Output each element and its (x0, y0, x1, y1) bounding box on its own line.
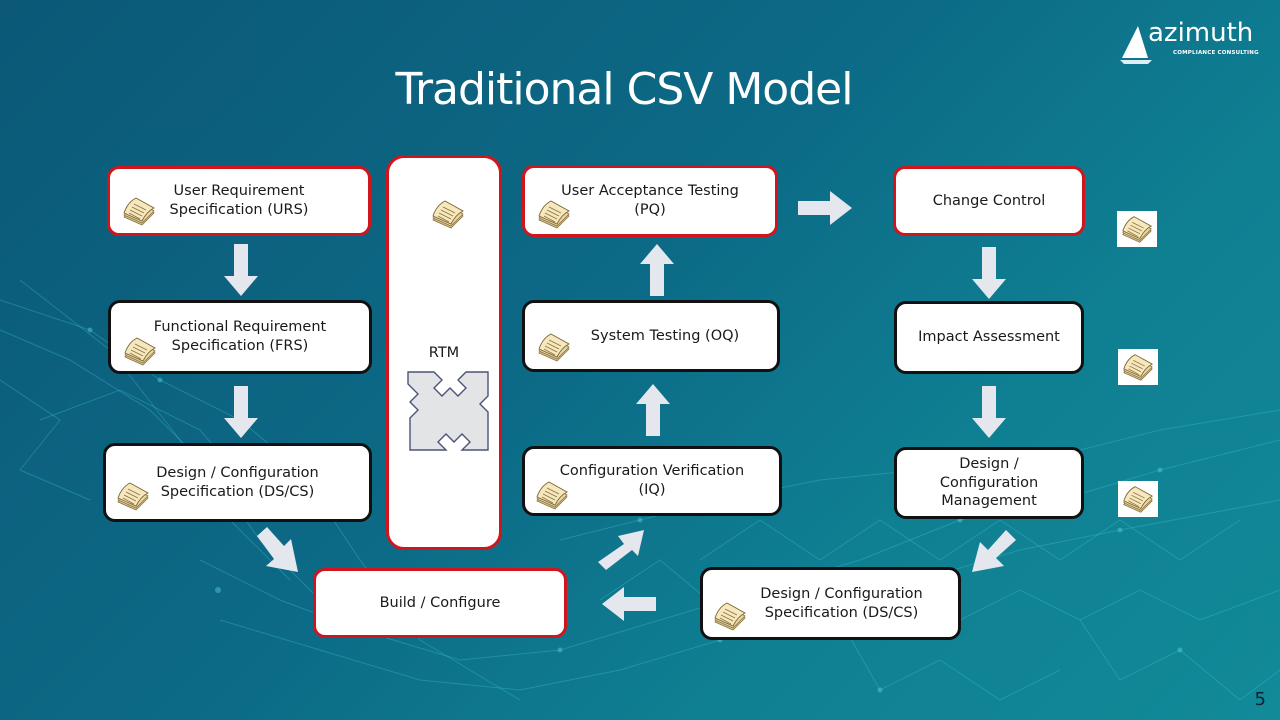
urs-label: User Requirement Specification (URS) (169, 183, 309, 218)
build-configure-box: Build / Configure (313, 568, 567, 638)
arrow-down-icon (972, 386, 1006, 438)
impact-assessment-label: Impact Assessment (918, 329, 1060, 345)
change-control-box: Change Control (893, 166, 1085, 236)
document-stack-icon (535, 331, 573, 363)
document-stack-icon (535, 198, 573, 230)
expand-arrows-icon (407, 371, 489, 451)
impact-doc-tile (1118, 349, 1158, 385)
document-stack-icon (429, 198, 467, 230)
arrow-diagonal-down-left-icon (972, 530, 1016, 572)
arrow-diagonal-down-right-icon (257, 527, 298, 572)
document-stack-icon (1119, 213, 1155, 245)
iq-label: Configuration Verification (IQ) (559, 463, 745, 498)
document-stack-icon (120, 195, 158, 227)
design-config-management-box: Design / Configuration Management (894, 447, 1084, 519)
urs-box: User Requirement Specification (URS) (107, 166, 371, 236)
design-config-management-label: Design / Configuration Management (939, 456, 1039, 510)
uat-label: User Acceptance Testing (PQ) (561, 183, 739, 218)
arrow-down-icon (224, 386, 258, 438)
uat-box: User Acceptance Testing (PQ) (522, 165, 778, 237)
dscs-left-box: Design / Configuration Specification (DS… (103, 443, 372, 522)
document-stack-icon (121, 335, 159, 367)
iq-box: Configuration Verification (IQ) (522, 446, 782, 516)
change-control-label: Change Control (932, 192, 1046, 209)
slide-title: Traditional CSV Model (395, 64, 854, 115)
dscs-bottom-label: Design / Configuration Specification (DS… (760, 585, 923, 621)
arrow-diagonal-up-right-icon (598, 530, 644, 570)
azimuth-logo: azimuth COMPLIANCE CONSULTING (1118, 18, 1259, 68)
document-stack-icon (1120, 483, 1156, 515)
arrow-up-icon (640, 244, 674, 296)
dscs-bottom-box: Design / Configuration Specification (DS… (700, 567, 961, 640)
rtm-box: RTM (386, 155, 502, 550)
impact-assessment-box: Impact Assessment (894, 301, 1084, 374)
arrow-down-icon (224, 244, 258, 296)
rtm-label: RTM (428, 345, 460, 361)
logo-wordmark: azimuth (1148, 18, 1254, 48)
logo-tagline: COMPLIANCE CONSULTING (1173, 50, 1259, 56)
document-stack-icon (114, 480, 152, 512)
document-stack-icon (711, 600, 749, 632)
dscs-left-label: Design / Configuration Specification (DS… (156, 464, 319, 500)
dcm-doc-tile (1118, 481, 1158, 517)
frs-box: Functional Requirement Specification (FR… (108, 300, 372, 374)
arrow-right-icon (798, 191, 852, 225)
oq-label: System Testing (OQ) (590, 327, 740, 344)
frs-label: Functional Requirement Specification (FR… (153, 319, 327, 354)
oq-box: System Testing (OQ) (522, 300, 780, 372)
document-stack-icon (533, 479, 571, 511)
arrow-down-icon (972, 247, 1006, 299)
change-control-doc-tile (1117, 211, 1157, 247)
arrow-up-icon (636, 384, 670, 436)
build-configure-label: Build / Configure (379, 594, 501, 611)
arrow-left-icon (602, 587, 656, 621)
document-stack-icon (1120, 351, 1156, 383)
page-number: 5 (1254, 689, 1266, 710)
